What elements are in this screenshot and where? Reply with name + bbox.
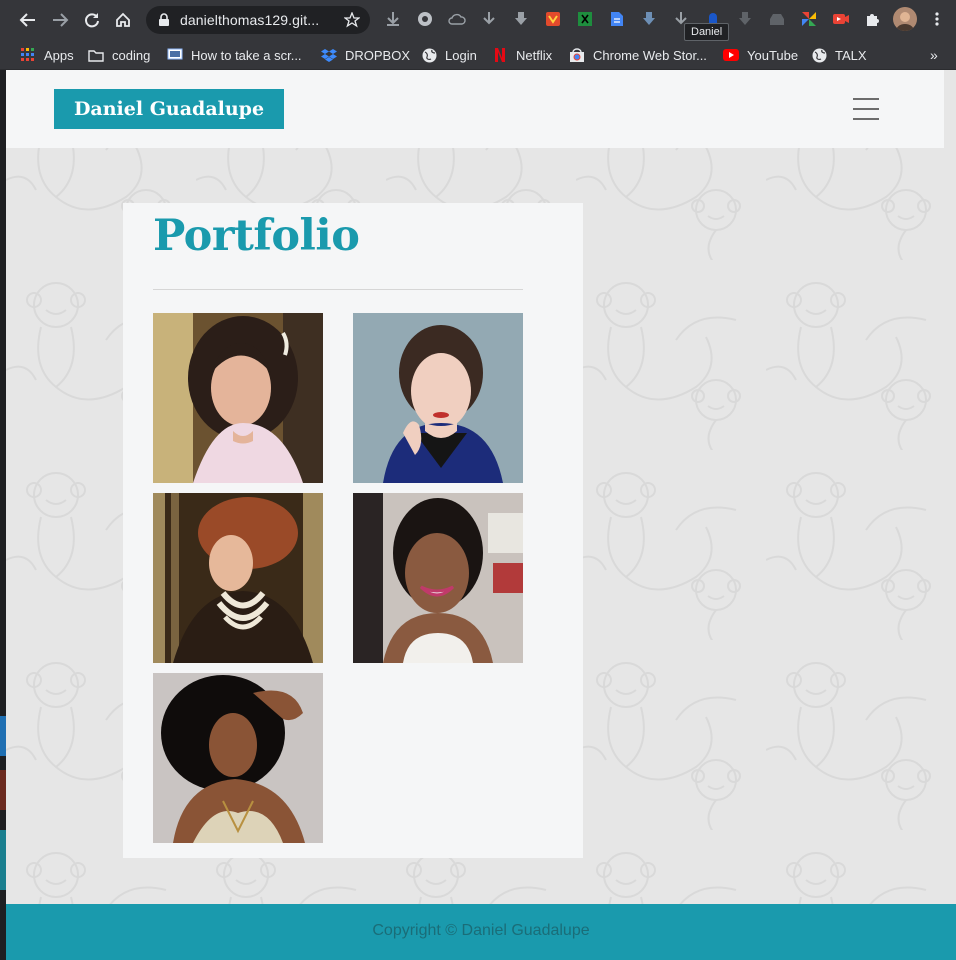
bookmark-label: Chrome Web Stor... <box>593 47 707 63</box>
portfolio-image-3[interactable] <box>153 493 323 663</box>
globe-icon <box>811 47 827 63</box>
home-icon <box>116 12 130 27</box>
extensions-puzzle-icon[interactable] <box>864 10 882 28</box>
excel-ext-icon[interactable] <box>576 10 594 28</box>
bookmark-dropbox[interactable]: DROPBOX <box>321 44 410 66</box>
bookmark-label: TALX <box>835 47 867 63</box>
bookmark-webstore[interactable]: Chrome Web Stor... <box>569 44 707 66</box>
bookmark-login[interactable]: Login <box>421 44 477 66</box>
bookmark-star-icon[interactable] <box>344 12 360 28</box>
download3-ext-icon[interactable] <box>512 10 530 28</box>
bookmark-netflix[interactable]: Netflix <box>492 44 552 66</box>
page-icon <box>167 47 183 63</box>
bookmark-label: Apps <box>44 47 74 63</box>
download2-ext-icon[interactable] <box>480 10 498 28</box>
reload-icon <box>85 13 99 28</box>
video-ext-icon[interactable] <box>832 10 850 28</box>
page-title: Portfolio <box>153 211 360 261</box>
bookmark-talx[interactable]: TALX <box>811 44 867 66</box>
cloud-ext-icon[interactable] <box>448 10 466 28</box>
forward-arrow-icon <box>53 13 69 27</box>
webstore-icon <box>569 47 585 63</box>
bookmarks-bar: Apps coding How to take a scr... DROPBOX… <box>0 40 956 70</box>
back-arrow-icon <box>19 13 35 27</box>
lock-icon <box>159 13 169 26</box>
profile-avatar[interactable] <box>893 7 917 31</box>
site-brand[interactable]: Daniel Guadalupe <box>54 89 284 129</box>
download5-ext-icon[interactable] <box>736 10 754 28</box>
youtube-icon <box>723 47 739 63</box>
portfolio-card: Portfolio <box>123 203 583 858</box>
netflix-icon <box>492 47 508 63</box>
bookmark-coding[interactable]: coding <box>88 44 150 66</box>
bookmark-screenshot[interactable]: How to take a scr... <box>167 44 302 66</box>
shield-ext-icon[interactable] <box>544 10 562 28</box>
bookmark-label: DROPBOX <box>345 47 411 63</box>
site-header: Daniel Guadalupe <box>6 70 944 148</box>
back-button[interactable] <box>12 4 44 36</box>
bookmark-label: Login <box>445 47 477 63</box>
globe-icon <box>421 47 437 63</box>
download-ext-icon[interactable] <box>384 10 402 28</box>
home-button[interactable] <box>107 4 139 36</box>
site-footer: Copyright © Daniel Guadalupe <box>6 904 956 960</box>
portfolio-image-1[interactable] <box>153 313 323 483</box>
copyright-text: Copyright © Daniel Guadalupe <box>372 922 590 939</box>
bookmark-youtube[interactable]: YouTube <box>723 44 798 66</box>
folder-icon <box>88 47 104 63</box>
page-viewport[interactable]: Daniel Guadalupe Portfolio Copyright © D… <box>6 70 956 960</box>
apps-grid-icon <box>20 47 36 63</box>
docs-ext-icon[interactable] <box>608 10 626 28</box>
portfolio-image-4[interactable] <box>353 493 523 663</box>
pinwheel-ext-icon[interactable] <box>800 10 818 28</box>
bookmark-label: Netflix <box>516 47 553 63</box>
address-bar[interactable]: danielthomas129.git... <box>146 6 370 34</box>
tooltip: Daniel <box>684 23 730 41</box>
portfolio-image-2[interactable] <box>353 313 523 483</box>
title-divider <box>153 289 523 290</box>
hamburger-menu-icon[interactable] <box>853 98 879 120</box>
inbox-ext-icon[interactable] <box>768 10 786 28</box>
reload-button[interactable] <box>76 4 108 36</box>
menu-kebab-icon[interactable] <box>928 10 946 28</box>
bookmark-apps[interactable]: Apps <box>20 44 74 66</box>
portfolio-image-5[interactable] <box>153 673 323 843</box>
forward-button[interactable] <box>44 4 76 36</box>
arrow-ext-icon[interactable] <box>640 10 658 28</box>
browser-toolbar: danielthomas129.git... Daniel <box>0 0 956 41</box>
bookmarks-overflow[interactable]: » <box>930 44 938 66</box>
dropbox-icon <box>321 47 337 63</box>
bookmark-label: YouTube <box>747 47 799 63</box>
spiral-ext-icon[interactable] <box>416 10 434 28</box>
url-text: danielthomas129.git... <box>180 12 320 28</box>
bookmark-label: How to take a scr... <box>191 47 302 63</box>
bookmark-label: coding <box>112 47 151 63</box>
